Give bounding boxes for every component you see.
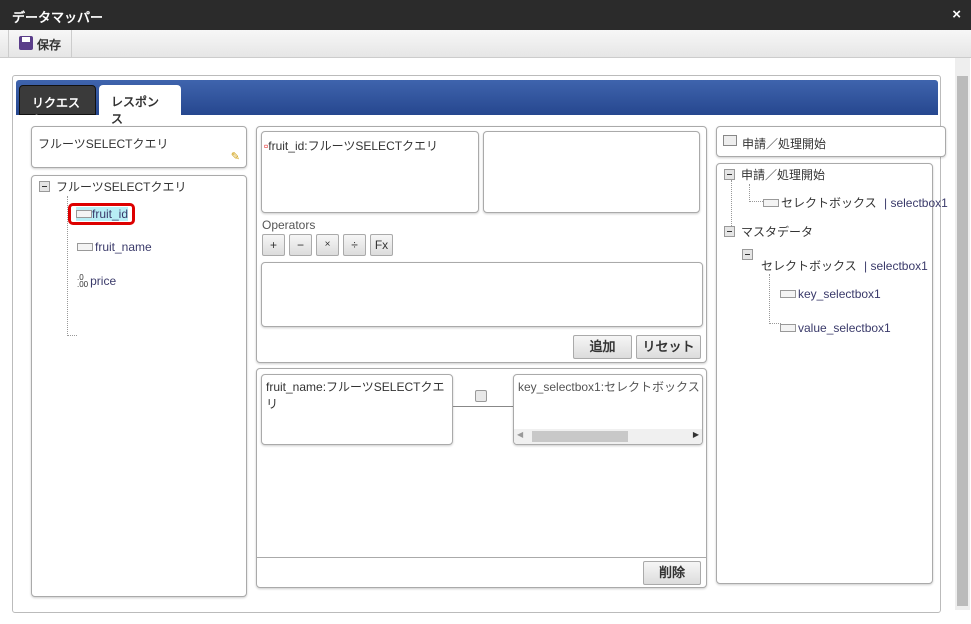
tab-response[interactable]: レスポンス	[99, 85, 181, 126]
item-label: fruit_name	[95, 240, 152, 254]
number-icon: .0.00	[77, 273, 89, 289]
field-icon	[780, 324, 796, 332]
floppy-disk-icon	[19, 36, 33, 50]
tree-item[interactable]: key_selectbox1	[780, 287, 881, 301]
delete-button[interactable]: 削除	[643, 561, 701, 585]
minus-button[interactable]: −	[289, 234, 312, 256]
tree-root: マスタデータ	[741, 225, 814, 239]
tree-item-fruit-id[interactable]: fruit_id	[68, 203, 136, 225]
tree-item[interactable]: セレクトボックス | selectbox1	[761, 257, 928, 274]
tree-item-fruit-name[interactable]: fruit_name	[77, 240, 152, 254]
tree-root: フルーツSELECTクエリ	[56, 180, 187, 194]
window-title: データマッパー	[0, 0, 971, 30]
item-label: セレクトボックス	[781, 196, 877, 210]
tab-request[interactable]: リクエスト	[19, 85, 96, 127]
expression-input[interactable]	[261, 262, 703, 327]
tree-item[interactable]: value_selectbox1	[780, 321, 891, 335]
item-id: | selectbox1	[864, 258, 928, 273]
mapping-source[interactable]: fruit_name:フルーツSELECTクエリ	[261, 374, 453, 445]
item-label: key_selectbox1	[798, 287, 881, 301]
tree-root: 申請／処理開始	[741, 168, 826, 182]
multiply-button[interactable]: ×	[316, 234, 339, 256]
save-label: 保存	[37, 38, 62, 52]
source-tree: フルーツSELECTクエリ fruit_id fruit_name .0.00 p…	[31, 175, 247, 597]
mapping-checkbox[interactable]	[475, 390, 487, 402]
mapping-connector	[453, 406, 513, 407]
edit-pencil-icon[interactable]: ✎	[231, 150, 240, 163]
source-title: フルーツSELECTクエリ	[38, 137, 169, 151]
divide-button[interactable]: ÷	[343, 234, 366, 256]
operators-label: Operators	[262, 218, 316, 232]
mapping-target[interactable]: key_selectbox1:セレクトボックス | se ◀ ▶	[513, 374, 703, 445]
toolbar: 保存	[0, 30, 971, 58]
field-icon	[77, 243, 93, 251]
target-selector[interactable]: 申請／処理開始	[716, 126, 946, 157]
field-icon	[763, 198, 779, 207]
item-id: | selectbox1	[884, 195, 948, 210]
target-tree: 申請／処理開始 セレクトボックス | selectbox1 マスタデータ セレク…	[716, 163, 948, 584]
form-icon	[723, 135, 737, 146]
plus-button[interactable]: +	[262, 234, 285, 256]
source-selector[interactable]: フルーツSELECTクエリ ✎	[31, 126, 247, 168]
add-button[interactable]: 追加	[573, 335, 632, 359]
scrollbar-thumb[interactable]	[957, 76, 968, 606]
save-button[interactable]: 保存	[8, 30, 73, 58]
selected-source: fruit_id:フルーツSELECTクエリ	[268, 139, 439, 153]
reset-button[interactable]: リセット	[636, 335, 701, 359]
field-icon	[76, 210, 92, 218]
item-label: value_selectbox1	[798, 321, 891, 335]
collapse-icon[interactable]	[724, 169, 735, 180]
collapse-icon[interactable]	[742, 249, 753, 260]
close-icon[interactable]: ×	[952, 6, 961, 23]
tree-item[interactable]: セレクトボックス | selectbox1	[763, 194, 948, 211]
tree-item-price[interactable]: .0.00 price	[77, 273, 117, 289]
collapse-icon[interactable]	[724, 226, 735, 237]
function-button[interactable]: Fx	[370, 234, 393, 256]
item-label: fruit_id	[92, 207, 129, 221]
collapse-icon[interactable]	[39, 181, 50, 192]
item-label: セレクトボックス	[761, 259, 857, 273]
field-icon	[780, 290, 796, 298]
mapping-source-label: fruit_name:フルーツSELECTクエリ	[266, 380, 445, 411]
horizontal-scrollbar[interactable]: ◀ ▶	[514, 429, 702, 444]
target-title: 申請／処理開始	[742, 137, 827, 151]
selected-source-box[interactable]: ▫fruit_id:フルーツSELECTクエリ	[261, 131, 479, 213]
selected-target-box[interactable]	[483, 131, 700, 213]
item-label: price	[90, 274, 117, 288]
mapping-target-label: key_selectbox1:セレクトボックス | se	[518, 380, 703, 394]
